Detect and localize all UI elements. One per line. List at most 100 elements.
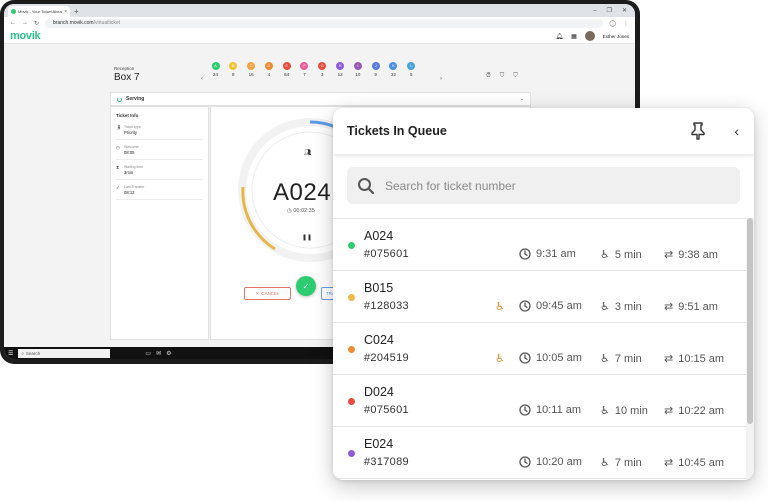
queue-counter[interactable]: I 10 <box>352 62 363 77</box>
ticket-search-input[interactable] <box>385 178 715 193</box>
serving-bar[interactable]: Serving ⌄ <box>110 92 531 106</box>
profile-icon[interactable]: ◯ <box>609 20 616 27</box>
ticket-number: D024 <box>364 385 394 399</box>
restore-icon[interactable]: ❐ <box>607 7 612 14</box>
browser-menu-icon[interactable]: ⋮ <box>623 20 629 27</box>
clock-icon: ◷ <box>287 208 292 214</box>
queue-counter-letter: C <box>247 62 256 70</box>
serving-label: Serving <box>126 96 145 102</box>
reload-icon[interactable]: ↻ <box>34 20 39 27</box>
counters-next-icon[interactable]: › <box>440 76 442 82</box>
movik-logo[interactable]: movik <box>10 30 41 42</box>
ticket-info-label: Ticket type <box>124 125 141 129</box>
queue-counter-letter: K <box>389 62 398 70</box>
transfer-arrows-icon: ⇄ <box>664 405 674 417</box>
ticket-time: 10:11 am <box>519 404 581 416</box>
complete-button[interactable]: ✓ <box>296 276 316 296</box>
close-tab-icon[interactable]: × <box>64 9 67 15</box>
queue-panel-header: Tickets In Queue ‹ <box>333 108 754 154</box>
back-icon[interactable]: ← <box>10 20 16 26</box>
cancel-button[interactable]: ✕ CANCEL <box>244 287 291 300</box>
ticket-wait: ♿︎ 10 min <box>600 404 648 418</box>
pause-icon[interactable]: ❚❚ <box>302 234 312 241</box>
queue-counter[interactable]: A 24 <box>210 62 221 77</box>
close-window-icon[interactable]: ✕ <box>622 7 627 14</box>
queue-counter[interactable]: K 32 <box>388 62 399 77</box>
pin-icon[interactable] <box>690 122 706 140</box>
ticket-row[interactable]: E024 #317089 10:20 am ♿︎ 7 min ⇄ 10:45 am <box>333 427 746 479</box>
queue-counter[interactable]: B8 <box>228 62 239 77</box>
queue-counter-value: 16 <box>248 72 254 77</box>
ticket-eta-value: 9:38 am <box>678 248 718 261</box>
taskbar-search-label: Search <box>25 350 41 356</box>
ticket-queue-list: A024 #075601 9:31 am ♿︎ 5 min ⇄ 9:38 am B015 #12… <box>333 218 746 480</box>
ticket-wait: ♿︎ 7 min <box>600 456 642 470</box>
mail-icon[interactable]: ✉ <box>156 350 161 357</box>
waiting-person-icon: ♿︎ <box>600 405 610 417</box>
url-bar[interactable]: branch.movik.com/virtualticket <box>45 18 604 28</box>
close-icon: ✕ <box>255 290 260 296</box>
folder-icon[interactable]: ▭ <box>145 350 151 357</box>
ticket-time-value: 10:05 am <box>536 352 582 364</box>
queue-counter-value: 24 <box>212 72 218 77</box>
new-tab-icon[interactable]: + <box>74 7 79 17</box>
badge-icon[interactable]: ⛉ <box>513 73 518 80</box>
ticket-info-label: Welcome <box>124 145 139 149</box>
bell-icon[interactable]: 🔔︎ <box>555 33 563 40</box>
queue-counter[interactable]: G3 <box>317 62 328 77</box>
ticket-info-card: Ticket Info 🚶︎ Ticket type Priority ◷ Welcom… <box>110 106 209 340</box>
box-title: Box 7 <box>114 72 140 83</box>
check-icon: ✓ <box>116 185 120 190</box>
queue-counter[interactable]: C 16 <box>246 62 257 77</box>
chevron-down-icon[interactable]: ⌄ <box>520 96 524 102</box>
shield-icon[interactable]: ⛉ <box>500 73 505 80</box>
alarm-icon[interactable]: ⏰︎ <box>486 73 491 80</box>
waiting-person-icon: ♿︎ <box>600 249 610 261</box>
queue-counter[interactable]: D4 <box>263 62 274 77</box>
avatar[interactable] <box>584 31 595 41</box>
minimize-icon[interactable]: – <box>593 8 596 14</box>
forward-icon[interactable]: → <box>22 20 28 26</box>
queue-search-box[interactable] <box>347 167 740 204</box>
waiting-person-icon: ♿︎ <box>600 457 610 469</box>
ticket-code: #075601 <box>364 404 409 416</box>
favicon-icon <box>11 9 16 14</box>
clock-icon <box>519 248 531 260</box>
apps-grid-icon[interactable]: ▦ <box>571 33 577 40</box>
ticket-wait-value: 5 min <box>614 248 642 261</box>
queue-scrollbar[interactable] <box>746 218 754 480</box>
counters-prev-icon[interactable]: ‹ <box>201 76 203 82</box>
settings-icon[interactable]: ⚙ <box>166 350 171 357</box>
hourglass-icon: ⧗ <box>116 165 120 170</box>
queue-panel-title: Tickets In Queue <box>347 124 447 138</box>
browser-tab[interactable]: Movik - Your Ticket Ahead × <box>8 6 70 17</box>
chevron-left-icon[interactable]: ‹ <box>734 124 739 138</box>
spinner-icon <box>117 96 122 102</box>
queue-scrollbar-thumb[interactable] <box>747 218 753 424</box>
ticket-row[interactable]: A024 #075601 9:31 am ♿︎ 5 min ⇄ 9:38 am <box>333 219 746 271</box>
ticket-time: 9:31 am <box>519 248 576 260</box>
ticket-time: 10:20 am <box>519 456 582 468</box>
ticket-color-dot <box>348 450 355 457</box>
search-icon <box>358 177 375 194</box>
queue-counter[interactable]: H 12 <box>335 62 346 77</box>
waiting-person-icon: ♿︎ <box>600 301 610 313</box>
ticket-row[interactable]: C024 #204519 ♿︎ 10:05 am ♿︎ 7 min ⇄ 10:15 am <box>333 323 746 375</box>
ticket-info-title: Ticket Info <box>116 113 139 118</box>
ticket-eta-value: 10:22 am <box>678 404 725 417</box>
current-ticket-number: A024 <box>273 179 332 206</box>
queue-counter[interactable]: E 64 <box>281 62 292 77</box>
start-menu-icon[interactable]: ☰ <box>8 350 13 357</box>
queue-counter-value: 9 <box>374 72 377 77</box>
queue-counter[interactable]: J9 <box>370 62 381 77</box>
ticket-color-dot <box>348 242 355 249</box>
queue-counter[interactable]: L5 <box>406 62 417 77</box>
taskbar-search[interactable]: ⌕ Search <box>18 348 111 358</box>
ticket-row[interactable]: B015 #128033 ♿︎ 09:45 am ♿︎ 3 min ⇄ 9:51 am <box>333 271 746 323</box>
browser-tab-title: Movik - Your Ticket Ahead <box>18 9 63 14</box>
ticket-row[interactable]: D024 #075601 10:11 am ♿︎ 10 min ⇄ 10:22 am <box>333 375 746 427</box>
ticket-wait: ♿︎ 7 min <box>600 352 642 366</box>
tickets-in-queue-panel: Tickets In Queue ‹ A024 #075601 9:31 am ♿︎ 5… <box>333 108 754 480</box>
queue-counter[interactable]: F7 <box>299 62 310 77</box>
service-timer: ◷ 00:02:35 <box>287 208 315 214</box>
